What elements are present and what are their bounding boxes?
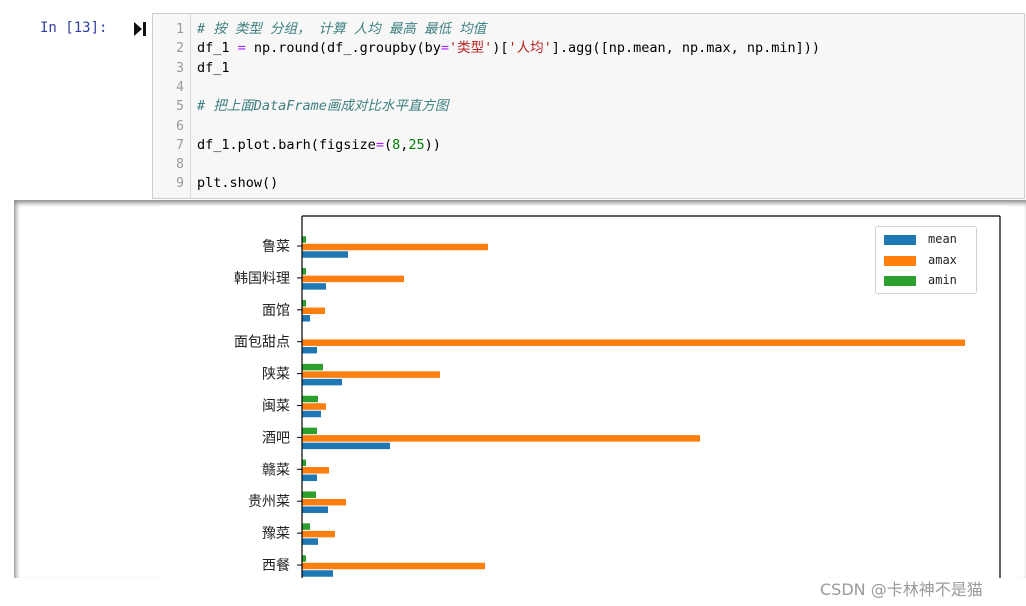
- legend-label: mean: [928, 232, 957, 246]
- y-tick-label: 酒吧: [262, 430, 290, 446]
- y-tick-label: 闽菜: [262, 399, 290, 415]
- chart-legend: mean amax amin: [875, 226, 977, 294]
- bar-mean: [302, 378, 342, 386]
- bar-amin: [302, 395, 318, 403]
- bar-amin: [302, 555, 306, 562]
- legend-swatch: [884, 255, 916, 266]
- bar-amin: [302, 268, 306, 275]
- y-tick-label: 鲁菜: [262, 239, 290, 255]
- bar-amax: [302, 403, 326, 410]
- bar-amax: [302, 243, 488, 251]
- y-tick-label: 陕菜: [262, 367, 290, 383]
- code-line: plt.show(): [197, 175, 279, 192]
- code-line: # 按 类型 分组， 计算 人均 最高 最低 均值: [197, 21, 487, 37]
- bar-amax: [302, 435, 700, 442]
- bar-mean: [302, 506, 328, 513]
- legend-label: amax: [928, 252, 957, 267]
- bar-amax: [302, 307, 325, 315]
- bar-mean: [302, 410, 321, 418]
- bar-mean: [302, 442, 390, 450]
- y-tick-label: 贵州菜: [248, 494, 290, 510]
- line-number: 3: [176, 60, 184, 76]
- bar-amax: [302, 498, 346, 506]
- bar-amax: [302, 467, 329, 474]
- y-tick-label: 面包甜点: [234, 335, 290, 351]
- line-number: 6: [176, 118, 184, 134]
- bar-amin: [302, 300, 306, 307]
- y-tick-label: 韩国料理: [234, 271, 290, 287]
- bar-mean: [302, 283, 326, 290]
- bar-amin: [302, 363, 323, 371]
- code-line: # 把上面DataFrame画成对比水平直方图: [197, 98, 449, 115]
- bar-mean: [302, 570, 333, 577]
- y-tick-label: 面馆: [262, 303, 290, 319]
- legend-swatch: [884, 276, 916, 286]
- run-to-cursor-icon[interactable]: [134, 22, 146, 36]
- bar-amax: [302, 562, 485, 570]
- bar-mean: [302, 474, 317, 482]
- bar-mean: [302, 315, 310, 322]
- y-tick-label: 豫菜: [262, 526, 290, 542]
- bar-mean: [302, 251, 348, 258]
- code-content[interactable]: # 按 类型 分组， 计算 人均 最高 最低 均值 df_1 = np.round…: [197, 20, 820, 194]
- code-editor[interactable]: 1 2 3 4 5 6 7 8 9 # 按 类型 分组， 计算 人均 最高 最低 均值 df_1 …: [152, 13, 1025, 199]
- line-number: 4: [176, 79, 184, 95]
- watermark: CSDN @卡林神不是猫: [820, 580, 983, 599]
- bar-amax: [302, 275, 404, 283]
- line-number-gutter: 1 2 3 4 5 6 7 8 9: [153, 14, 191, 198]
- legend-swatch: [884, 235, 916, 245]
- bar-amin: [302, 491, 316, 498]
- line-number: 2: [176, 41, 184, 57]
- cell-prompt: In [13]:: [40, 20, 108, 36]
- bar-amin: [302, 236, 306, 243]
- legend-label: amin: [928, 273, 957, 287]
- bar-amin: [302, 523, 310, 530]
- code-line: df_1 = np.round(df_.groupby(by='类型')['人均…: [197, 40, 821, 57]
- bar-amax: [302, 530, 335, 538]
- line-number: 9: [176, 176, 184, 192]
- y-tick-label: 西餐: [262, 558, 290, 574]
- bar-amin: [302, 459, 306, 467]
- line-number: 7: [176, 137, 184, 153]
- line-number: 5: [176, 99, 184, 115]
- bar-mean: [302, 538, 318, 545]
- line-number: 1: [176, 22, 184, 37]
- bar-amax: [302, 339, 965, 346]
- bar-amin: [302, 427, 317, 435]
- bar-amax: [302, 371, 440, 378]
- code-line: df_1.plot.barh(figsize=(8,25)): [197, 136, 441, 153]
- bar-mean: [302, 346, 317, 354]
- code-line: df_1: [197, 59, 230, 76]
- line-number: 8: [176, 157, 184, 173]
- y-tick-label: 赣菜: [262, 462, 290, 478]
